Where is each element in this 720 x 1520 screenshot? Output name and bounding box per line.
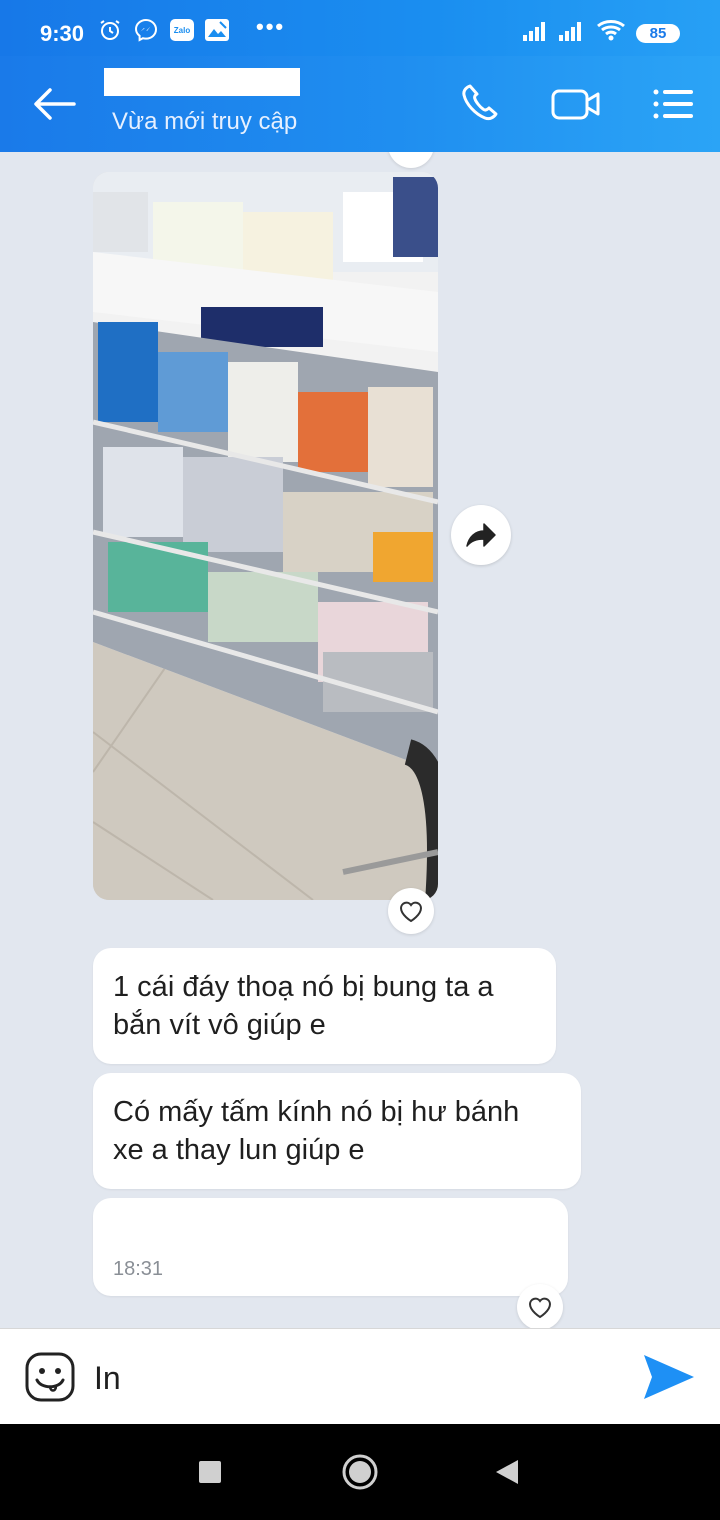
signal-icon: [523, 22, 545, 41]
message-text-line2: bắn vít vô giúp e: [113, 1009, 326, 1041]
wifi-icon: [597, 20, 625, 41]
message-text-line1: Có mấy tấm kính nó bị hư bánh: [113, 1096, 520, 1128]
share-arrow-icon: [466, 523, 496, 547]
message-text-line1: 1 cái đáy thoạ nó bị bung ta a: [113, 971, 494, 1003]
heart-icon: [399, 901, 423, 923]
chat-header: Võ Xuân Tới Vừa mới truy cập: [0, 56, 720, 152]
photo-icon: [205, 19, 229, 41]
react-heart-photo[interactable]: [388, 888, 434, 934]
menu-list-icon[interactable]: [648, 80, 700, 128]
alarm-icon: [100, 20, 120, 40]
recent-apps-icon[interactable]: [198, 1460, 222, 1484]
react-heart-prev[interactable]: [388, 152, 434, 168]
home-icon[interactable]: [340, 1452, 380, 1492]
back-triangle-icon[interactable]: [494, 1458, 520, 1486]
battery-level: 85: [649, 25, 667, 42]
system-nav-bar: [0, 1424, 720, 1520]
status-bar: 9:30 Zalo ••• 85: [0, 0, 720, 56]
forward-button[interactable]: [451, 505, 511, 565]
shared-photo-image: [93, 172, 438, 900]
message-text-line2: xe a thay lun giúp e: [113, 1134, 365, 1166]
message-input-bar: [0, 1328, 720, 1425]
send-icon[interactable]: [640, 1351, 696, 1403]
messenger-icon: [134, 18, 158, 42]
message-bubble-1[interactable]: 1 cái đáy thoạ nó bị bung ta a bắn vít v…: [93, 948, 556, 1064]
message-bubble-3[interactable]: 18:31: [93, 1198, 568, 1296]
message-bubble-2[interactable]: Có mấy tấm kính nó bị hư bánh xe a thay …: [93, 1073, 581, 1189]
signal-icon-2: [559, 22, 581, 41]
back-arrow-icon[interactable]: [30, 84, 80, 124]
contact-name[interactable]: Võ Xuân Tới: [104, 68, 300, 96]
chat-area[interactable]: 1 cái đáy thoạ nó bị bung ta a bắn vít v…: [0, 152, 720, 1328]
video-call-icon[interactable]: [550, 80, 602, 128]
contact-status: Vừa mới truy cập: [112, 108, 298, 135]
more-dots-icon: •••: [256, 14, 286, 39]
battery-indicator: 85: [636, 24, 680, 43]
zalo-icon: Zalo: [170, 19, 194, 41]
heart-icon: [528, 1297, 552, 1319]
message-timestamp: 18:31: [113, 1258, 164, 1280]
sticker-emoji-icon[interactable]: [24, 1351, 76, 1403]
svg-text:Zalo: Zalo: [174, 26, 191, 35]
status-time: 9:30: [40, 21, 85, 46]
react-heart-last[interactable]: [517, 1284, 563, 1328]
phone-call-icon[interactable]: [456, 80, 508, 128]
shared-photo[interactable]: [93, 172, 438, 900]
message-input[interactable]: [92, 1353, 616, 1403]
